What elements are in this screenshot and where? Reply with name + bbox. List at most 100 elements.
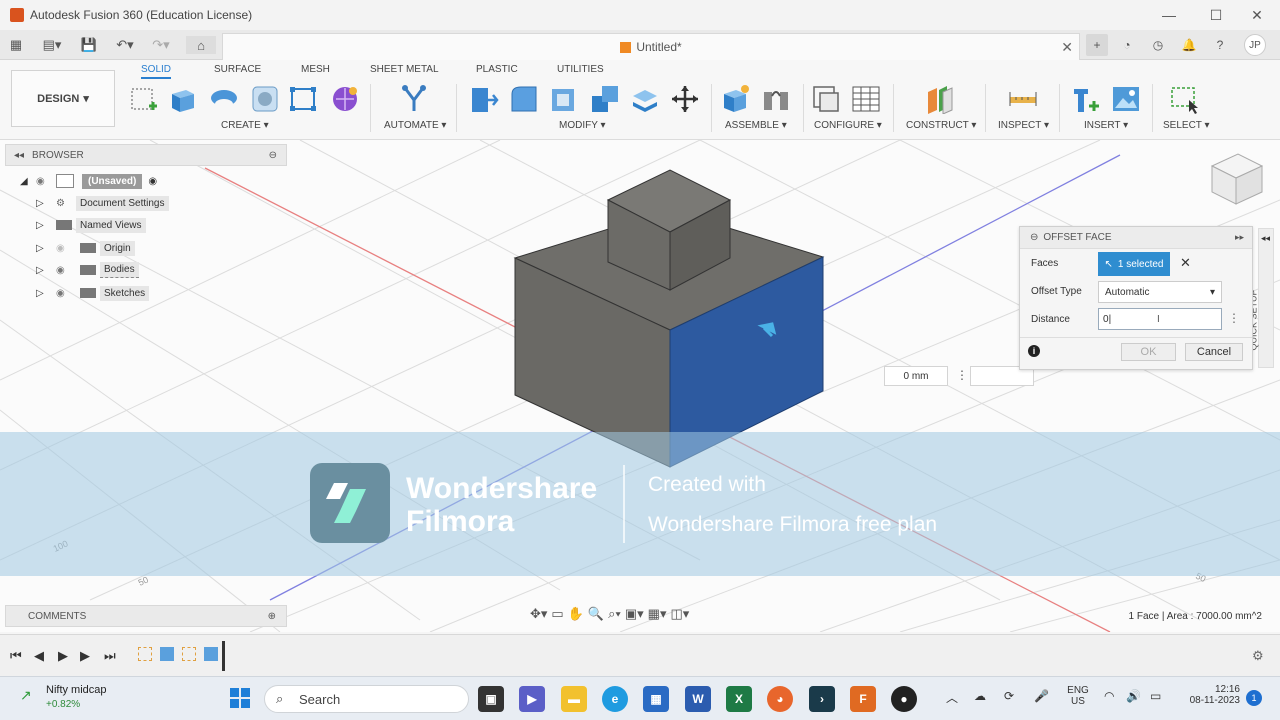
visibility-eye-icon[interactable]: ◉: [56, 288, 80, 299]
grid-settings-icon[interactable]: ▦▾: [648, 606, 667, 622]
teams-meet-icon[interactable]: ▶: [519, 686, 545, 712]
distance-input[interactable]: 0 | I: [1098, 308, 1222, 330]
stock-trend-icon[interactable]: ↗: [20, 687, 32, 704]
insert-canvas-icon[interactable]: [1111, 84, 1141, 114]
timeline-previous-icon[interactable]: ◀: [34, 648, 44, 664]
wifi-icon[interactable]: ◠: [1104, 689, 1114, 703]
modify-menu[interactable]: MODIFY ▾: [559, 120, 606, 131]
insert-derive-icon[interactable]: [1071, 84, 1101, 114]
tab-surface[interactable]: SURFACE: [214, 64, 261, 75]
fusion-taskbar-icon[interactable]: F: [850, 686, 876, 712]
combine-icon[interactable]: [590, 84, 620, 114]
battery-icon[interactable]: ▭: [1150, 689, 1161, 703]
assemble-menu[interactable]: ASSEMBLE ▾: [725, 120, 787, 131]
timeline-next-icon[interactable]: ▶: [80, 648, 90, 664]
maximize-icon[interactable]: ☐: [1193, 0, 1239, 30]
revolve-icon[interactable]: [209, 84, 239, 114]
volume-icon[interactable]: 🔊: [1126, 689, 1141, 703]
expand-triangle-icon[interactable]: ▷: [36, 265, 56, 276]
quick-setup-tab[interactable]: ◂◂ QUICK SETUP: [1249, 228, 1274, 368]
automate-menu[interactable]: AUTOMATE ▾: [384, 120, 446, 131]
collapse-browser-icon[interactable]: ◂◂: [14, 150, 24, 161]
help-icon[interactable]: ?: [1209, 34, 1231, 56]
redo-icon[interactable]: ↷▾: [146, 36, 176, 54]
expand-triangle-icon[interactable]: ▷: [36, 198, 56, 209]
timeline-marker[interactable]: [222, 641, 225, 671]
more-options-icon[interactable]: ⋮: [956, 368, 968, 382]
file-explorer-icon[interactable]: ▬: [561, 686, 587, 712]
data-panel-grid-icon[interactable]: ▦: [8, 36, 24, 54]
home-icon[interactable]: ⌂: [186, 36, 216, 54]
firefox-icon[interactable]: ◕: [767, 686, 793, 712]
timeline-settings-gear-icon[interactable]: ⚙: [1252, 648, 1264, 664]
timeline-sketch-feature-icon[interactable]: [182, 647, 196, 661]
save-icon[interactable]: 💾: [80, 36, 98, 54]
new-tab-icon[interactable]: +: [1086, 34, 1108, 56]
minimize-icon[interactable]: —: [1146, 0, 1192, 30]
joint-icon[interactable]: [761, 84, 791, 114]
configure-icon[interactable]: [811, 84, 841, 114]
info-icon[interactable]: i: [1028, 345, 1040, 357]
move-copy-icon[interactable]: [670, 84, 700, 114]
timeline-start-icon[interactable]: ⏮: [10, 648, 22, 664]
close-tab-icon[interactable]: ✕: [1061, 39, 1073, 56]
close-icon[interactable]: ✕: [1234, 0, 1280, 30]
offset-plane-icon[interactable]: [925, 84, 955, 114]
offset-face-icon[interactable]: [630, 84, 660, 114]
tab-sheet-metal[interactable]: SHEET METAL: [370, 64, 439, 75]
zoom-window-icon[interactable]: ⌕▾: [608, 606, 621, 622]
dialog-collapse-icon[interactable]: ⊖: [1030, 232, 1038, 243]
viewports-icon[interactable]: ◫▾: [670, 606, 689, 622]
look-at-icon[interactable]: ▭: [551, 606, 563, 622]
faces-selection-button[interactable]: ↖ 1 selected: [1098, 252, 1170, 276]
insert-menu[interactable]: INSERT ▾: [1084, 120, 1128, 131]
document-tab[interactable]: Untitled* ✕: [222, 33, 1080, 60]
tab-plastic[interactable]: PLASTIC: [476, 64, 518, 75]
inspect-menu[interactable]: INSPECT ▾: [998, 120, 1049, 131]
browser-root-item[interactable]: ◢ ◉ (Unsaved) ◉: [20, 172, 157, 190]
zoom-icon[interactable]: 🔍: [588, 606, 604, 622]
tab-utilities[interactable]: UTILITIES: [557, 64, 604, 75]
browser-minimize-icon[interactable]: ⊖: [269, 150, 277, 161]
ok-button[interactable]: OK: [1121, 343, 1176, 361]
cancel-button[interactable]: Cancel: [1185, 343, 1243, 361]
timeline-end-icon[interactable]: ⏭: [104, 648, 116, 664]
browser-item-origin[interactable]: ▷ ◉ Origin: [36, 239, 135, 257]
press-pull-icon[interactable]: [469, 84, 499, 114]
display-settings-icon[interactable]: ▣▾: [625, 606, 644, 622]
pan-icon[interactable]: ✋: [568, 606, 584, 622]
edge-browser-icon[interactable]: e: [602, 686, 628, 712]
offset-type-select[interactable]: Automatic ▾: [1098, 281, 1222, 303]
clear-selection-icon[interactable]: ✕: [1180, 255, 1191, 271]
extrude-icon[interactable]: [168, 84, 198, 114]
visibility-eye-icon[interactable]: ◉: [56, 265, 80, 276]
configure-menu[interactable]: CONFIGURE ▾: [814, 120, 882, 131]
timeline-extrude-feature-icon[interactable]: [204, 647, 218, 661]
task-view-icon[interactable]: ▣: [478, 686, 504, 712]
file-menu-icon[interactable]: ▤▾: [38, 36, 66, 54]
shell-icon[interactable]: [549, 84, 579, 114]
create-sketch-icon[interactable]: [129, 84, 159, 114]
expand-triangle-icon[interactable]: ▷: [36, 243, 56, 254]
word-icon[interactable]: W: [685, 686, 711, 712]
expand-dialog-icon[interactable]: ▸▸: [1235, 232, 1244, 243]
expand-triangle-icon[interactable]: ▷: [36, 288, 56, 299]
add-comment-icon[interactable]: ⊕: [268, 611, 276, 622]
visibility-eye-icon[interactable]: ◉: [56, 243, 80, 254]
browser-item-bodies[interactable]: ▷ ◉ Bodies: [36, 261, 139, 279]
orbit-icon[interactable]: ✥▾: [530, 606, 547, 622]
tab-solid[interactable]: SOLID: [141, 64, 172, 79]
microsoft-store-icon[interactable]: ▦: [643, 686, 669, 712]
notifications-icon[interactable]: 🔔: [1178, 34, 1200, 56]
workspace-switcher[interactable]: DESIGN ▾: [11, 70, 115, 127]
collapse-triangle-icon[interactable]: ◢: [20, 176, 36, 187]
visibility-eye-icon[interactable]: ◉: [36, 176, 56, 187]
job-status-icon[interactable]: ◷: [1147, 34, 1169, 56]
comments-panel[interactable]: COMMENTS ⊕: [5, 605, 287, 627]
expand-triangle-icon[interactable]: ▷: [36, 220, 56, 231]
pattern-icon[interactable]: [289, 84, 319, 114]
fillet-icon[interactable]: [509, 84, 539, 114]
automate-icon[interactable]: [399, 84, 429, 114]
distance-manipulator-input[interactable]: 0 mm: [884, 366, 948, 386]
windows-start-icon[interactable]: [229, 687, 251, 709]
